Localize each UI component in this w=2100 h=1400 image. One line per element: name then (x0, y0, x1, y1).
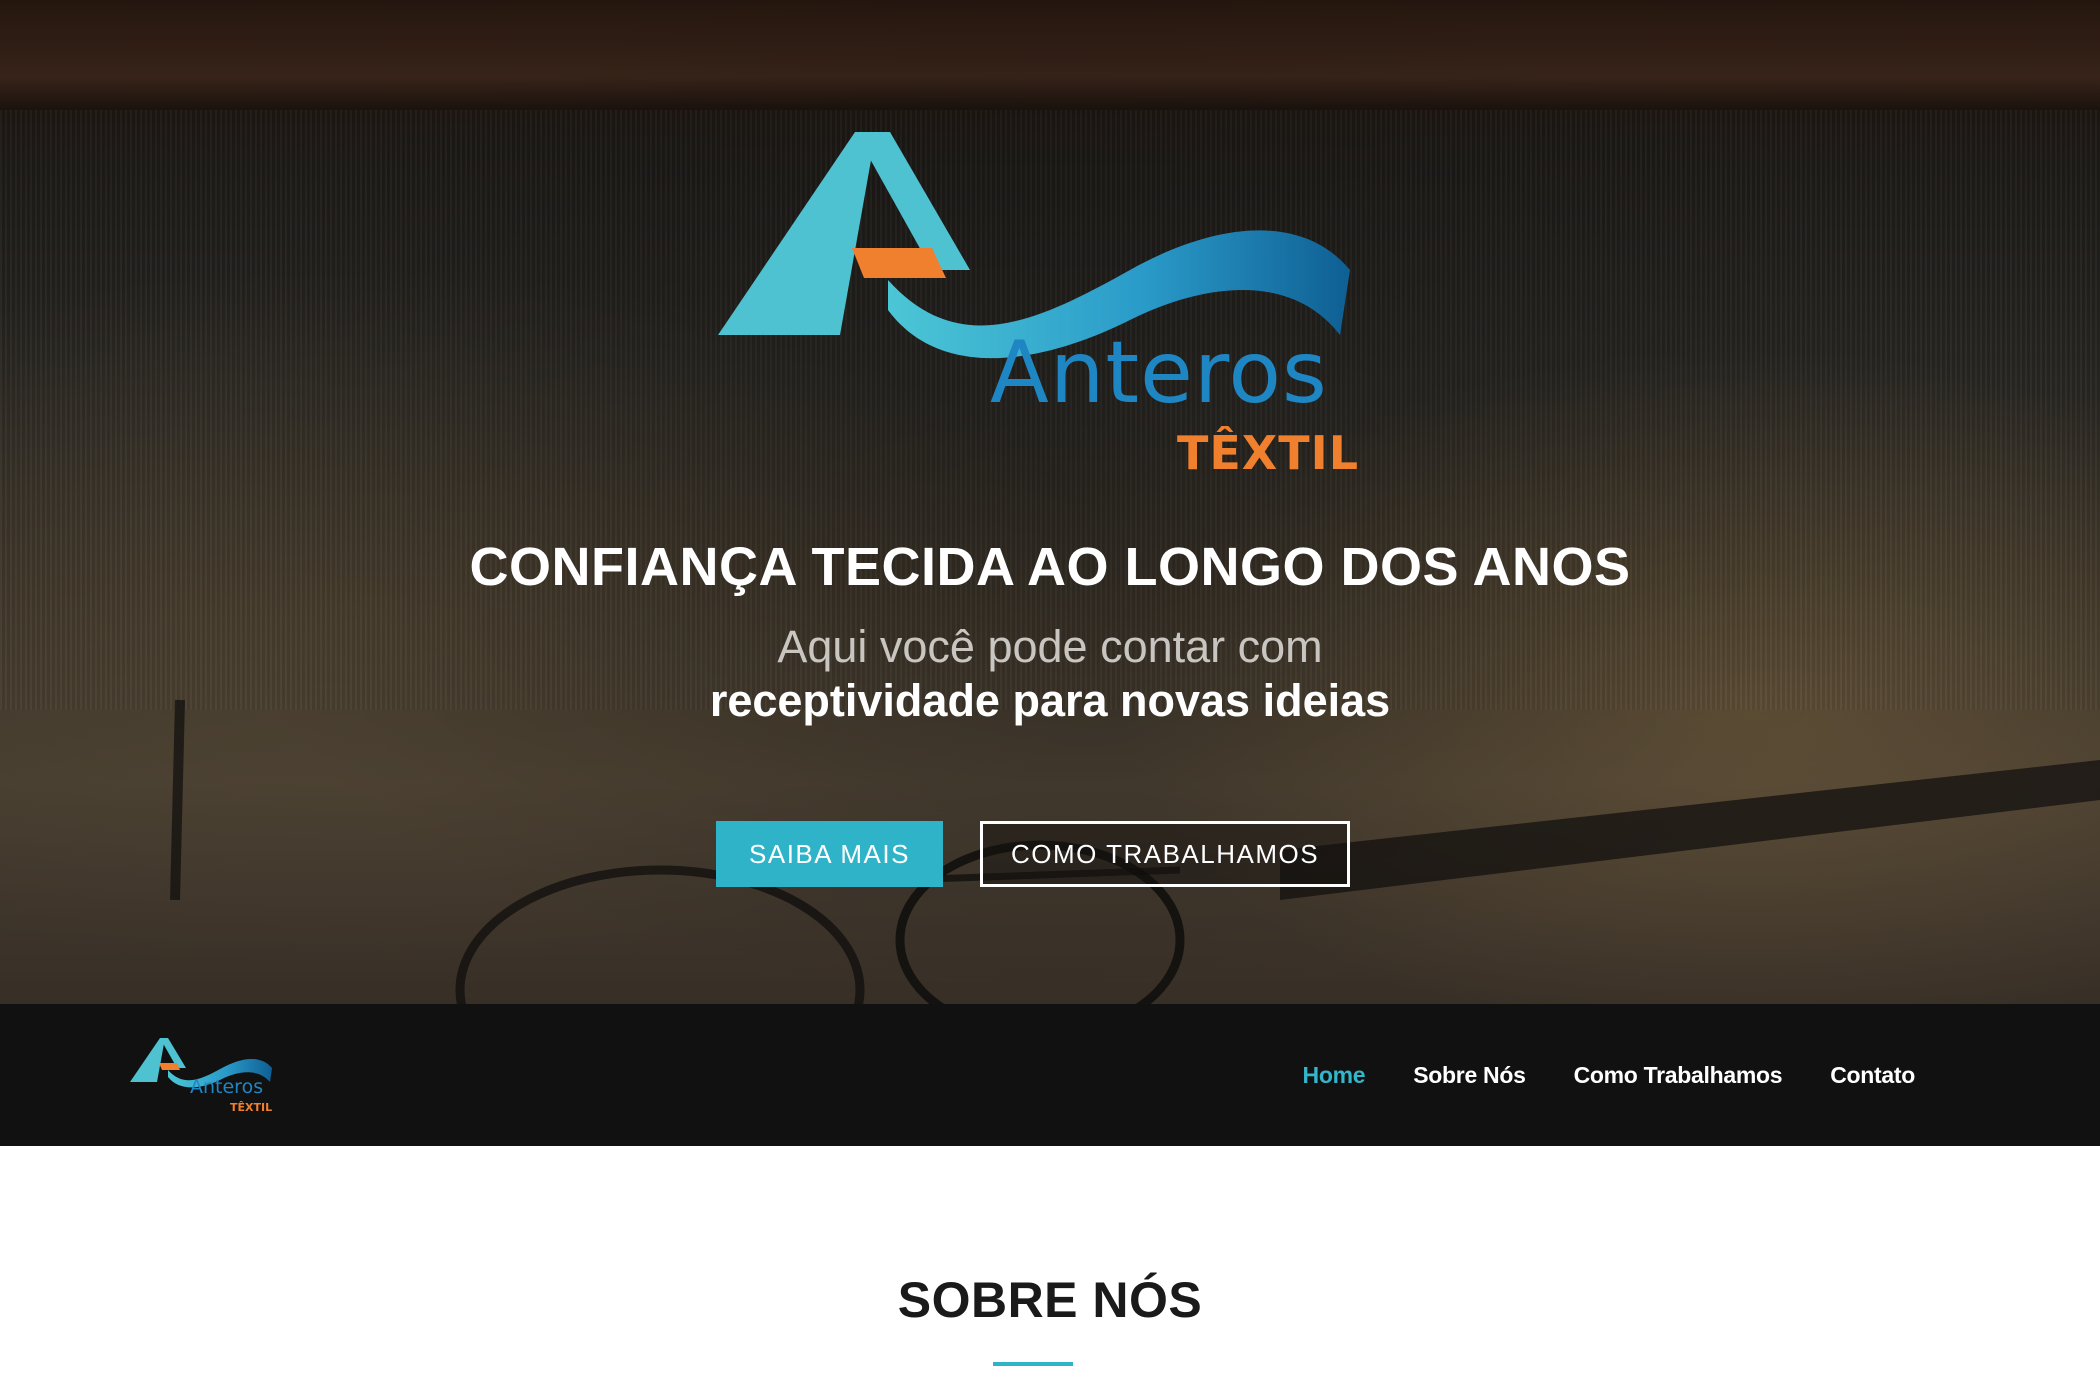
section-divider (993, 1362, 1073, 1366)
navbar-logo[interactable]: Anteros TÊXTIL (126, 1034, 276, 1124)
nav-item-como-trabalhamos[interactable]: Como Trabalhamos (1574, 1062, 1783, 1089)
nav-item-home[interactable]: Home (1303, 1062, 1366, 1089)
como-trabalhamos-button[interactable]: COMO TRABALHAMOS (980, 821, 1350, 887)
section-title: SOBRE NÓS (897, 1272, 1203, 1328)
navbar-logo-wordmark: Anteros (190, 1076, 264, 1098)
hero-section: Anteros TÊXTIL CONFIANÇA TECIDA AO LONGO… (0, 0, 2100, 1004)
sobre-nos-section: SOBRE NÓS (0, 1146, 2100, 1400)
hero-heading: CONFIANÇA TECIDA AO LONGO DOS ANOS (469, 537, 1631, 597)
navbar-logo-subtitle: TÊXTIL (230, 1101, 273, 1114)
navbar: Anteros TÊXTIL Home Sobre Nós Como Traba… (0, 1004, 2100, 1146)
page: Anteros TÊXTIL CONFIANÇA TECIDA AO LONGO… (0, 0, 2100, 1400)
hero-subheading-line2: receptividade para novas ideias (709, 675, 1391, 726)
nav-item-contato[interactable]: Contato (1830, 1062, 1915, 1089)
hero-logo: Anteros TÊXTIL (700, 120, 1360, 500)
nav-menu: Home Sobre Nós Como Trabalhamos Contato (1303, 1004, 1916, 1146)
hero-subheading-line1: Aqui você pode contar com (777, 621, 1323, 672)
nav-item-sobre-nos[interactable]: Sobre Nós (1413, 1062, 1526, 1089)
hero-logo-subtitle: TÊXTIL (1177, 426, 1360, 480)
hero-logo-wordmark: Anteros (990, 323, 1328, 423)
saiba-mais-button[interactable]: SAIBA MAIS (716, 821, 943, 887)
